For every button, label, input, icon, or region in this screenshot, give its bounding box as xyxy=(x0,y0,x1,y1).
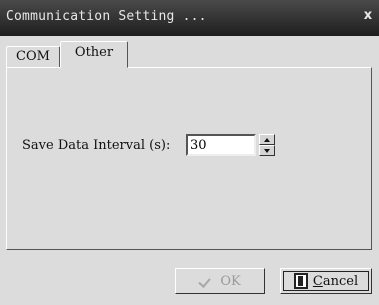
tab-com[interactable]: COM xyxy=(6,46,60,68)
dialog-window: Communication Setting ... x COM Other Sa… xyxy=(0,0,379,305)
arrow-up-icon xyxy=(264,138,270,142)
arrow-down-icon xyxy=(264,149,270,153)
cancel-button[interactable]: Cancel xyxy=(280,268,372,294)
cancel-accel-letter: C xyxy=(312,273,323,289)
title-bar[interactable]: Communication Setting ... x xyxy=(0,0,379,36)
check-icon xyxy=(199,274,215,288)
ok-button-label: OK xyxy=(220,273,241,289)
ok-button[interactable]: OK xyxy=(175,268,265,294)
cancel-button-label: Cancel xyxy=(313,274,358,289)
tab-other[interactable]: Other xyxy=(60,41,128,68)
cancel-rest: ancel xyxy=(322,273,359,289)
save-interval-input[interactable] xyxy=(186,134,256,156)
tab-strip: COM Other xyxy=(6,40,373,68)
tab-panel-other xyxy=(6,67,372,250)
save-interval-spinner xyxy=(259,134,275,156)
spin-down-button[interactable] xyxy=(259,145,275,156)
spin-up-button[interactable] xyxy=(259,134,275,145)
save-interval-label: Save Data Interval (s): xyxy=(22,138,171,153)
window-title: Communication Setting ... xyxy=(6,9,207,24)
door-icon xyxy=(293,273,308,289)
close-icon[interactable]: x xyxy=(361,8,375,24)
